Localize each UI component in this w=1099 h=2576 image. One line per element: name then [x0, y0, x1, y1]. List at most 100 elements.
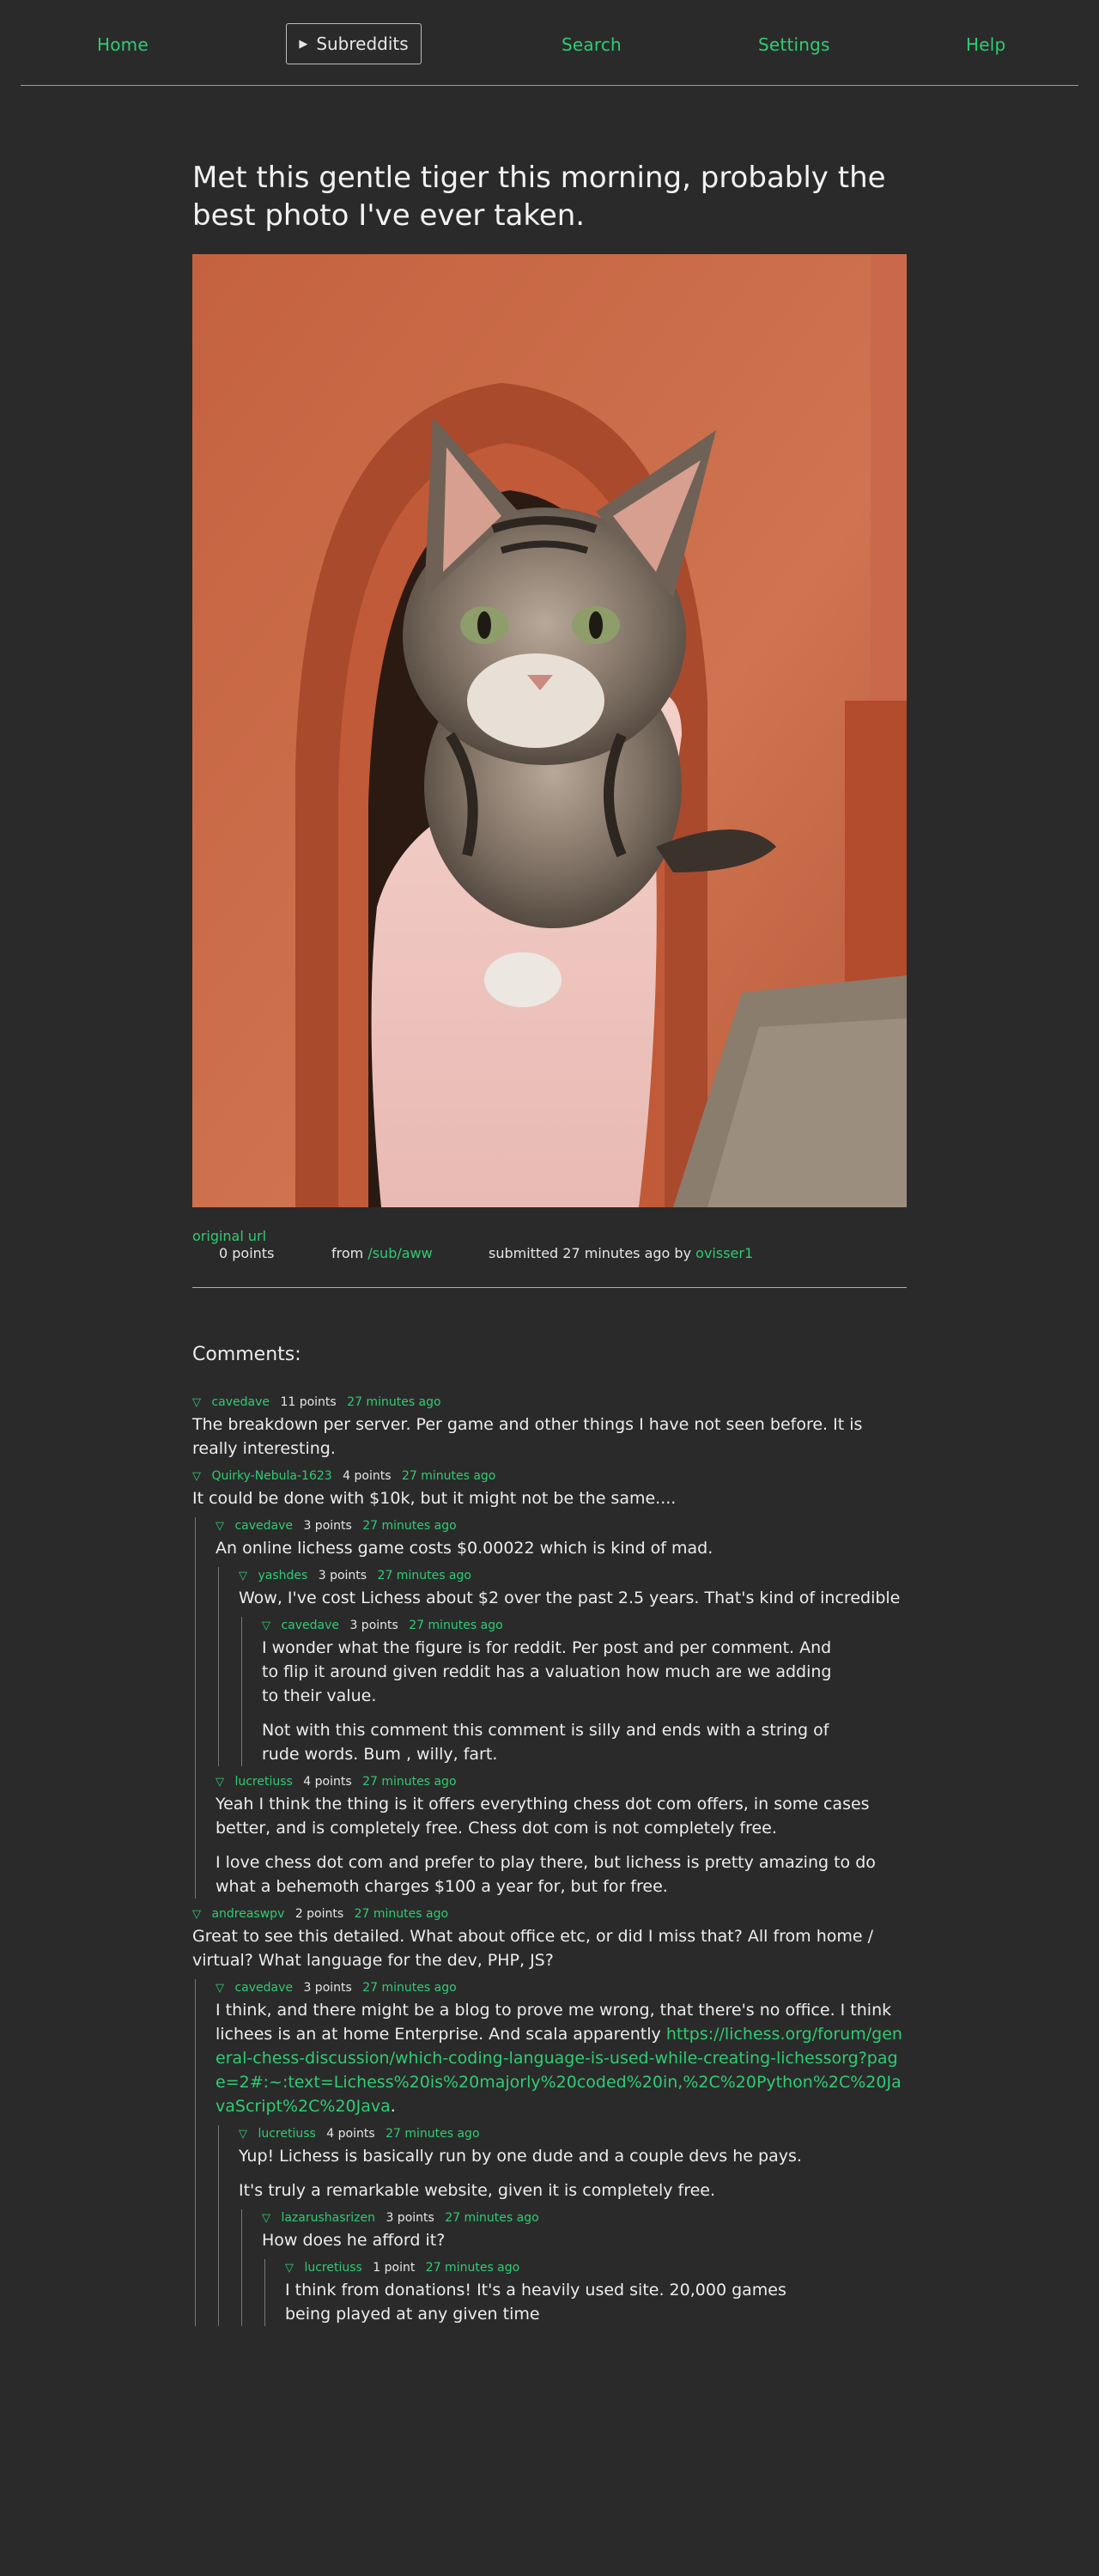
comment-time-link[interactable]: 27 minutes ago: [445, 2211, 538, 2225]
post-points: 0 points: [219, 1245, 275, 1261]
comment-paragraph: Yup! Lichess is basically run by one dud…: [239, 2147, 802, 2166]
post-author-link[interactable]: ovisser1: [695, 1245, 753, 1261]
collapse-toggle-icon[interactable]: ▽: [216, 1520, 224, 1533]
comments-heading: Comments:: [192, 1344, 301, 1365]
comment-body: An online lichess game costs $0.00022 wh…: [216, 1539, 713, 1558]
comment: ▽ cavedave 3 points 27 minutes ago I thi…: [216, 1979, 907, 2326]
comment-body: Yeah I think the thing is it offers ever…: [216, 1792, 894, 1899]
comment-time-link[interactable]: 27 minutes ago: [347, 1395, 440, 1409]
comment-points: 2 points: [294, 1907, 344, 1921]
from-label: from: [331, 1245, 364, 1261]
comment: ▽ yashdes 3 points 27 minutes ago Wow, I…: [239, 1567, 907, 1766]
nav-settings-link[interactable]: Settings: [758, 34, 830, 55]
collapse-toggle-icon[interactable]: ▽: [192, 1470, 201, 1483]
comment-author-link[interactable]: cavedave: [211, 1395, 270, 1409]
comment-replies: ▽ cavedave 3 points 27 minutes ago I thi…: [195, 1979, 907, 2326]
comment: ▽ andreaswpv 2 points 27 minutes ago Gre…: [192, 1905, 907, 2326]
comment: ▽ cavedave 3 points 27 minutes ago I won…: [262, 1617, 846, 1766]
comment-time-link[interactable]: 27 minutes ago: [409, 1619, 502, 1632]
comment-replies: ▽ yashdes 3 points 27 minutes ago Wow, I…: [218, 1567, 907, 1766]
comments-list: ▽ cavedave 11 points 27 minutes ago The …: [192, 1387, 907, 2326]
comment-points: 4 points: [343, 1469, 392, 1483]
comment-body: I wonder what the figure is for reddit. …: [262, 1636, 846, 1766]
post-from: from /sub/aww: [331, 1245, 433, 1261]
comment-replies: ▽ lazarushasrizen 3 points 27 minutes ag…: [241, 2209, 907, 2326]
comment-text-tail: .: [390, 2097, 396, 2116]
comment-points: 3 points: [303, 1519, 352, 1533]
comment-body: The breakdown per server. Per game and o…: [192, 1415, 863, 1458]
comment-points: 3 points: [303, 1981, 352, 1995]
collapse-toggle-icon[interactable]: ▽: [216, 1776, 224, 1789]
comment: ▽ Quirky-Nebula-1623 4 points 27 minutes…: [192, 1467, 907, 1899]
comment-author-link[interactable]: yashdes: [258, 1569, 307, 1583]
comment-body: How does he afford it?: [262, 2231, 446, 2250]
comment-time-link[interactable]: 27 minutes ago: [386, 2127, 479, 2141]
post-meta-bar: 0 points from /sub/aww submitted 27 minu…: [192, 1228, 907, 1288]
comment-time-link[interactable]: 27 minutes ago: [362, 1519, 456, 1533]
comment-author-link[interactable]: andreaswpv: [211, 1907, 284, 1921]
collapse-toggle-icon[interactable]: ▽: [192, 1396, 201, 1409]
comment-time-link[interactable]: 27 minutes ago: [355, 1907, 448, 1921]
comment: ▽ lucretiuss 1 point 27 minutes ago I th…: [285, 2259, 835, 2326]
comment-author-link[interactable]: Quirky-Nebula-1623: [211, 1469, 331, 1483]
comment-author-link[interactable]: lucretiuss: [258, 2127, 315, 2141]
comment-body: Yup! Lichess is basically run by one dud…: [239, 2144, 907, 2202]
submitted-text: submitted 27 minutes ago by: [489, 1245, 692, 1261]
comment-points: 3 points: [318, 1569, 367, 1583]
comment-body: Wow, I've cost Lichess about $2 over the…: [239, 1589, 901, 1607]
comment-author-link[interactable]: cavedave: [234, 1519, 293, 1533]
original-url-link[interactable]: original url: [192, 1228, 266, 1244]
nav-help-link[interactable]: Help: [966, 34, 1005, 55]
top-nav: Home ▶ Subreddits Search Settings Help: [21, 0, 1078, 86]
comment-body: I think from donations! It's a heavily u…: [285, 2281, 786, 2324]
comment-time-link[interactable]: 27 minutes ago: [426, 2261, 519, 2275]
comment-author-link[interactable]: lucretiuss: [234, 1775, 292, 1789]
comment-author-link[interactable]: lucretiuss: [304, 2261, 361, 2275]
collapse-toggle-icon[interactable]: ▽: [262, 1619, 270, 1632]
comment-paragraph: I love chess dot com and prefer to play …: [216, 1853, 876, 1896]
comment-paragraph: Not with this comment this comment is si…: [262, 1721, 829, 1764]
comment-points: 3 points: [349, 1619, 398, 1632]
nav-home-link[interactable]: Home: [97, 34, 149, 55]
comment-author-link[interactable]: lazarushasrizen: [281, 2211, 375, 2225]
comment: ▽ cavedave 11 points 27 minutes ago The …: [192, 1394, 907, 1461]
comment-points: 3 points: [386, 2211, 434, 2225]
comment-author-link[interactable]: cavedave: [234, 1981, 293, 1995]
comment-body: Great to see this detailed. What about o…: [192, 1927, 874, 1970]
collapse-toggle-icon[interactable]: ▽: [239, 2128, 247, 2141]
post-title: Met this gentle tiger this morning, prob…: [192, 161, 886, 233]
comment-paragraph: It's truly a remarkable website, given i…: [239, 2181, 716, 2200]
collapse-toggle-icon[interactable]: ▽: [285, 2262, 294, 2275]
collapse-toggle-icon[interactable]: ▽: [216, 1982, 224, 1995]
comment-time-link[interactable]: 27 minutes ago: [378, 1569, 471, 1583]
comment-author-link[interactable]: cavedave: [281, 1619, 339, 1632]
subreddit-link[interactable]: /sub/aww: [367, 1245, 432, 1261]
comment-body: It could be done with $10k, but it might…: [192, 1489, 677, 1508]
comment: ▽ cavedave 3 points 27 minutes ago An on…: [216, 1517, 907, 1766]
subreddits-label: Subreddits: [316, 33, 409, 54]
comment-time-link[interactable]: 27 minutes ago: [362, 1981, 456, 1995]
comment-points: 11 points: [280, 1395, 337, 1409]
comment-time-link[interactable]: 27 minutes ago: [402, 1469, 495, 1483]
comment-body: I think, and there might be a blog to pr…: [216, 1998, 907, 2118]
collapse-toggle-icon[interactable]: ▽: [262, 2212, 270, 2225]
comment-paragraph: I wonder what the figure is for reddit. …: [262, 1638, 832, 1705]
comment-points: 1 point: [373, 2261, 416, 2275]
comment: ▽ lucretiuss 4 points 27 minutes ago Yup…: [239, 2125, 907, 2326]
comment-time-link[interactable]: 27 minutes ago: [362, 1775, 456, 1789]
nav-search-link[interactable]: Search: [562, 34, 622, 55]
comment-replies: ▽ cavedave 3 points 27 minutes ago I won…: [241, 1617, 907, 1766]
comment-replies: ▽ lucretiuss 4 points 27 minutes ago Yup…: [218, 2125, 907, 2326]
kitten-photo-illustration: [192, 254, 907, 1207]
collapse-toggle-icon[interactable]: ▽: [239, 1570, 247, 1583]
subreddits-dropdown-button[interactable]: ▶ Subreddits: [286, 23, 422, 64]
comment: ▽ lazarushasrizen 3 points 27 minutes ag…: [262, 2209, 907, 2326]
comment-replies: ▽ cavedave 3 points 27 minutes ago An on…: [195, 1517, 907, 1899]
comment: ▽ lucretiuss 4 points 27 minutes ago Yea…: [216, 1773, 894, 1899]
post-image[interactable]: [192, 254, 907, 1207]
comment-replies: ▽ lucretiuss 1 point 27 minutes ago I th…: [264, 2259, 907, 2326]
comment-points: 4 points: [303, 1775, 352, 1789]
collapse-toggle-icon[interactable]: ▽: [192, 1908, 201, 1921]
comment-points: 4 points: [326, 2127, 375, 2141]
play-triangle-icon: ▶: [299, 37, 308, 51]
